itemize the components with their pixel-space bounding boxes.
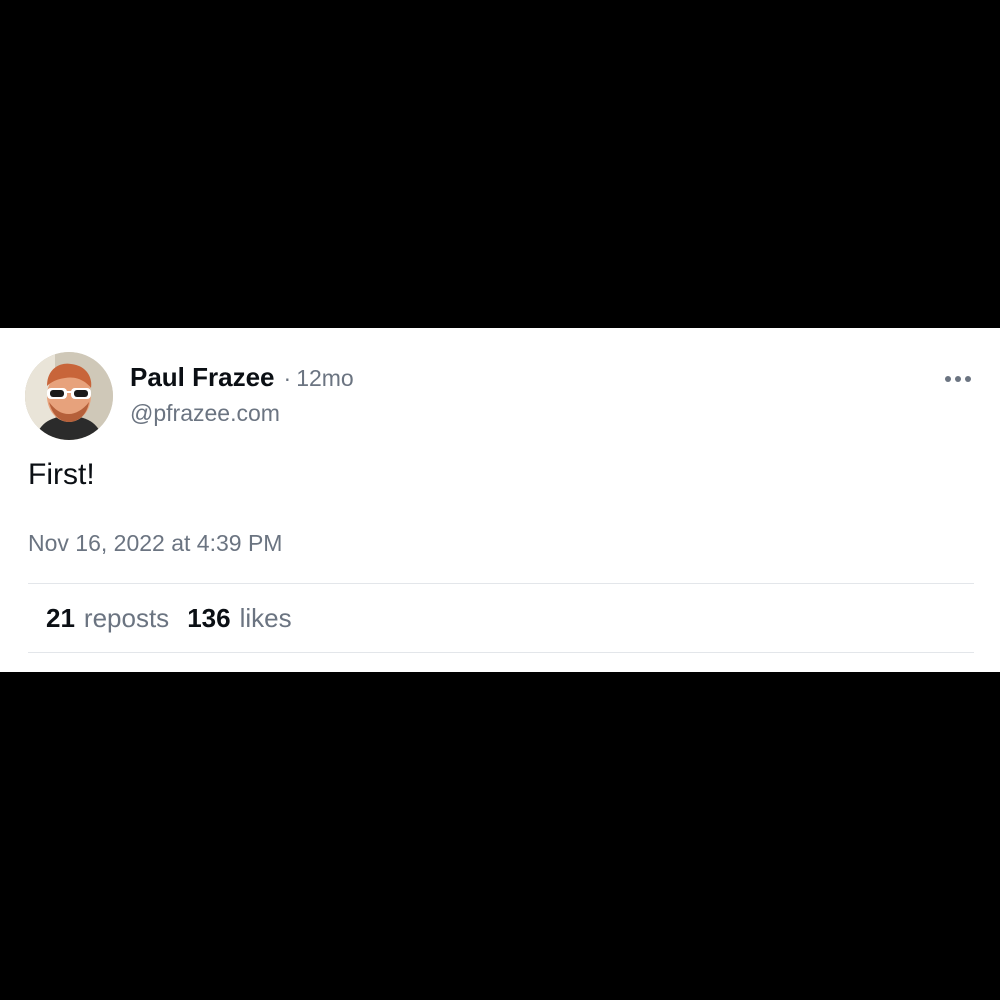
author-row: Paul Frazee · 12mo bbox=[130, 362, 354, 393]
engagement-stats: 21 reposts 136 likes bbox=[46, 603, 310, 634]
ellipsis-dot bbox=[955, 376, 961, 382]
reposts-count: 21 bbox=[46, 603, 75, 633]
avatar[interactable] bbox=[25, 352, 113, 440]
likes-stat[interactable]: 136 likes bbox=[187, 603, 291, 634]
likes-count: 136 bbox=[187, 603, 231, 633]
more-options-button[interactable] bbox=[936, 364, 980, 394]
likes-label: likes bbox=[239, 603, 292, 633]
post-text: First! bbox=[28, 458, 95, 491]
post-age[interactable]: 12mo bbox=[296, 365, 354, 392]
divider bbox=[28, 652, 974, 653]
meta-separator: · bbox=[283, 365, 292, 391]
author-display-name[interactable]: Paul Frazee bbox=[130, 362, 275, 393]
post-timestamp: Nov 16, 2022 at 4:39 PM bbox=[28, 530, 283, 556]
author-handle[interactable]: @pfrazee.com bbox=[130, 400, 280, 427]
post-card: Paul Frazee · 12mo @pfrazee.com First! N… bbox=[0, 328, 1000, 672]
ellipsis-dot bbox=[965, 376, 971, 382]
divider bbox=[28, 583, 974, 584]
reposts-label: reposts bbox=[83, 603, 170, 633]
ellipsis-horizontal-icon bbox=[945, 376, 951, 382]
avatar-image bbox=[25, 352, 113, 440]
reposts-stat[interactable]: 21 reposts bbox=[46, 603, 169, 634]
